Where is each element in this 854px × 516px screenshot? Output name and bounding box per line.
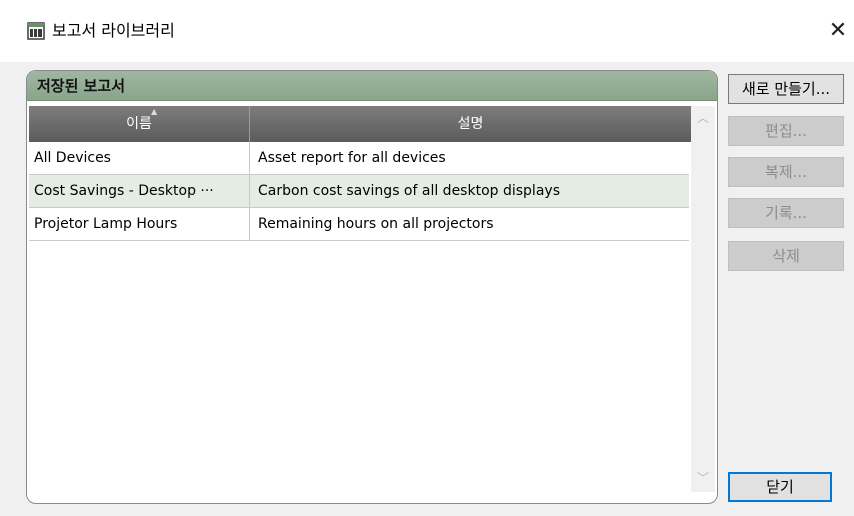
row-name-cell: All Devices: [29, 142, 250, 174]
row-description-cell: Remaining hours on all projectors: [258, 216, 494, 232]
reports-grid[interactable]: ▲ 이름 설명 All Devices Asset report for all…: [29, 106, 691, 492]
table-row[interactable]: Projetor Lamp Hours Remaining hours on a…: [29, 208, 689, 241]
column-header-name[interactable]: ▲ 이름: [29, 106, 250, 142]
duplicate-button[interactable]: 복제...: [728, 157, 844, 187]
dialog-body: 저장된 보고서 ▲ 이름 설명 All Devices Asset report…: [0, 62, 854, 516]
row-name-cell: Cost Savings - Desktop ···: [29, 175, 250, 207]
edit-button[interactable]: 편집...: [728, 116, 844, 146]
report-library-window: 보고서 라이브러리 ✕ 저장된 보고서 ▲ 이름 설명 All Devices …: [0, 0, 854, 516]
scroll-up-icon[interactable]: ︿: [691, 108, 715, 128]
column-header-description[interactable]: 설명: [250, 106, 691, 142]
scroll-down-icon[interactable]: ﹀: [691, 468, 715, 488]
vertical-scrollbar[interactable]: ︿ ﹀: [691, 106, 715, 492]
group-header: 저장된 보고서: [27, 71, 717, 101]
delete-button[interactable]: 삭제: [728, 241, 844, 271]
row-description-cell: Carbon cost savings of all desktop displ…: [258, 183, 560, 199]
close-button[interactable]: 닫기: [728, 472, 832, 502]
table-row-selected[interactable]: Cost Savings - Desktop ··· Carbon cost s…: [29, 175, 689, 208]
grid-header: ▲ 이름 설명: [29, 106, 691, 142]
title-bar: 보고서 라이브러리 ✕: [0, 0, 854, 62]
saved-reports-group: 저장된 보고서 ▲ 이름 설명 All Devices Asset report…: [26, 70, 718, 504]
group-title: 저장된 보고서: [37, 77, 126, 95]
row-name-cell: Projetor Lamp Hours: [29, 208, 250, 240]
table-row[interactable]: All Devices Asset report for all devices: [29, 142, 689, 175]
window-title: 보고서 라이브러리: [52, 21, 175, 40]
history-button[interactable]: 기록...: [728, 198, 844, 228]
report-library-icon: [27, 22, 45, 40]
new-report-button[interactable]: 새로 만들기...: [728, 74, 844, 104]
close-icon[interactable]: ✕: [826, 18, 850, 44]
sort-ascending-icon: ▲: [151, 107, 158, 116]
row-description-cell: Asset report for all devices: [258, 150, 446, 166]
